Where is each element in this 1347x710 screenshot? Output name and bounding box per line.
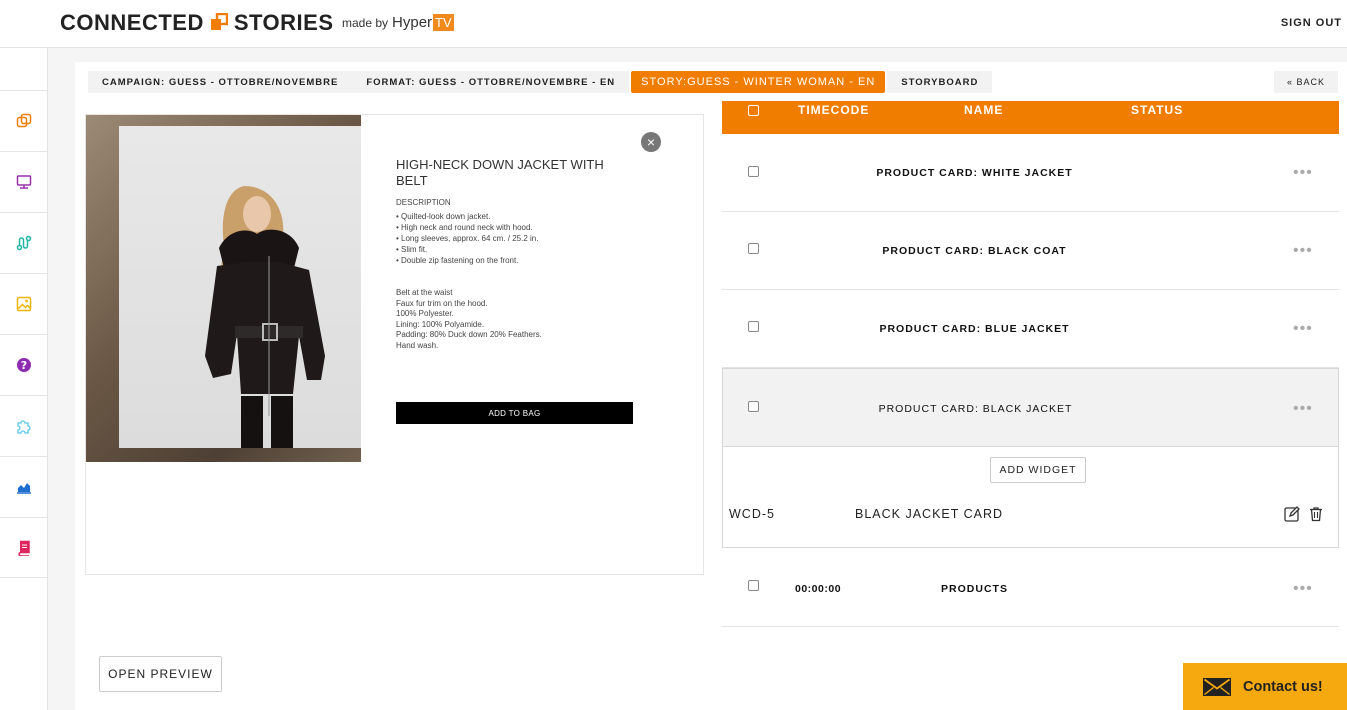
widget-id: WCD-5 [729, 507, 775, 521]
row-name: PRODUCT CARD: BLUE JACKET [879, 323, 1070, 335]
widget-name: BLACK JACKET CARD [855, 507, 1004, 521]
route-icon [16, 235, 31, 251]
detail-line: Faux fur trim on the hood. [396, 298, 488, 308]
puzzle-icon [16, 420, 31, 434]
made-by-hypertv: made by Hyper TV [342, 14, 454, 31]
expanded-row-widgets: ADD WIDGET WCD-5 BLACK JACKET CARD [722, 447, 1339, 548]
sidebar: ? [0, 48, 48, 710]
breadcrumb-storyboard[interactable]: STORYBOARD [887, 71, 993, 93]
detail-line: Lining: 100% Polyamide. [396, 319, 485, 329]
logo[interactable]: CONNECTED STORIES [60, 10, 334, 36]
sidebar-item-media[interactable] [0, 273, 47, 334]
add-to-bag-button[interactable]: ADD TO BAG [396, 402, 633, 424]
contact-us-label: Contact us! [1243, 678, 1323, 695]
more-options-icon[interactable]: ••• [1293, 242, 1313, 260]
more-options-icon[interactable]: ••• [1293, 164, 1313, 182]
edit-icon[interactable] [1283, 505, 1301, 523]
top-bar: CONNECTED STORIES made by Hyper TV SIGN O… [0, 0, 1347, 48]
breadcrumb-campaign[interactable]: CAMPAIGN: GUESS - OTTOBRE/NOVEMBRE [88, 71, 353, 93]
tv-badge: TV [433, 14, 454, 31]
product-details: Belt at the waist Faux fur trim on the h… [396, 288, 596, 351]
logo-text-right: STORIES [233, 10, 334, 35]
product-photo [119, 126, 362, 448]
list-item: Double zip fastening on the front. [396, 255, 596, 266]
add-widget-button[interactable]: ADD WIDGET [990, 457, 1086, 483]
sign-out-link[interactable]: SIGN OUT [1281, 17, 1342, 29]
image-icon [16, 296, 31, 312]
model-jacket-image [205, 186, 325, 448]
table-row[interactable]: PRODUCT CARD: WHITE JACKET ••• [722, 134, 1339, 212]
product-title: HIGH-NECK DOWN JACKET WITH BELT [396, 157, 604, 188]
table-row-selected[interactable]: PRODUCT CARD: BLACK JACKET ••• [722, 368, 1339, 447]
sidebar-item-analytics[interactable] [0, 456, 47, 517]
product-card-popup: HIGH-NECK DOWN JACKET WITH BELT DESCRIPT… [361, 115, 703, 462]
more-options-icon[interactable]: ••• [1293, 320, 1313, 338]
logo-text-left: CONNECTED [60, 10, 204, 35]
chart-icon [16, 483, 31, 494]
list-item: High neck and round neck with hood. [396, 222, 596, 233]
row-name: PRODUCT CARD: BLACK JACKET [878, 403, 1073, 415]
copy-icon [16, 113, 31, 128]
book-icon [17, 540, 30, 556]
detail-line: Hand wash. [396, 340, 439, 350]
breadcrumb: CAMPAIGN: GUESS - OTTOBRE/NOVEMBRE FORMA… [88, 71, 993, 93]
trash-icon[interactable] [1307, 505, 1325, 523]
select-all-checkbox[interactable] [748, 105, 759, 116]
header-cover [722, 93, 1339, 101]
description-list: Quilted-look down jacket. High neck and … [396, 211, 596, 266]
row-name: PRODUCT CARD: BLACK COAT [882, 245, 1067, 257]
open-preview-button[interactable]: OPEN PREVIEW [99, 656, 222, 692]
more-options-icon[interactable]: ••• [1293, 400, 1313, 418]
preview-frame: HIGH-NECK DOWN JACKET WITH BELT DESCRIPT… [85, 114, 704, 575]
sidebar-item-plugins[interactable] [0, 395, 47, 456]
sidebar-item-stories[interactable] [0, 90, 47, 151]
breadcrumb-format[interactable]: FORMAT: GUESS - OTTOBRE/NOVEMBRE - EN [352, 71, 630, 93]
made-by-label: made by [342, 15, 389, 30]
help-icon: ? [16, 358, 31, 372]
envelope-icon [1203, 677, 1231, 696]
column-timecode[interactable]: TIMECODE [798, 103, 869, 117]
svg-text:?: ? [20, 359, 26, 372]
breadcrumb-story[interactable]: STORY:GUESS - WINTER WOMAN - EN [631, 71, 886, 93]
table-row[interactable]: 00:00:00 PRODUCTS ••• [722, 549, 1339, 627]
monitor-icon [16, 175, 31, 189]
detail-line: Belt at the waist [396, 288, 453, 297]
list-item: Slim fit. [396, 244, 596, 255]
sidebar-item-journeys[interactable] [0, 212, 47, 273]
sidebar-item-docs[interactable] [0, 517, 47, 578]
row-name: PRODUCTS [941, 583, 1008, 595]
table-row[interactable]: PRODUCT CARD: BLACK COAT ••• [722, 212, 1339, 290]
hyper-label: Hyper [392, 14, 433, 31]
contact-us-button[interactable]: Contact us! [1183, 663, 1347, 710]
description-heading: DESCRIPTION [396, 198, 451, 207]
close-icon[interactable]: × [641, 132, 661, 152]
column-name[interactable]: NAME [964, 103, 1003, 117]
detail-line: 100% Polyester. [396, 309, 454, 318]
list-item: Quilted-look down jacket. [396, 211, 596, 222]
table-row[interactable]: PRODUCT CARD: BLUE JACKET ••• [722, 290, 1339, 368]
back-button[interactable]: « BACK [1274, 71, 1338, 93]
column-status[interactable]: STATUS [1131, 103, 1183, 117]
sidebar-item-help[interactable]: ? [0, 334, 47, 395]
more-options-icon[interactable]: ••• [1293, 580, 1313, 598]
logo-mark-icon [210, 13, 228, 30]
sidebar-item-formats[interactable] [0, 151, 47, 212]
detail-line: Padding: 80% Duck down 20% Feathers. [396, 330, 542, 339]
row-name: PRODUCT CARD: WHITE JACKET [876, 167, 1073, 179]
list-item: Long sleeves, approx. 64 cm. / 25.2 in. [396, 233, 596, 244]
